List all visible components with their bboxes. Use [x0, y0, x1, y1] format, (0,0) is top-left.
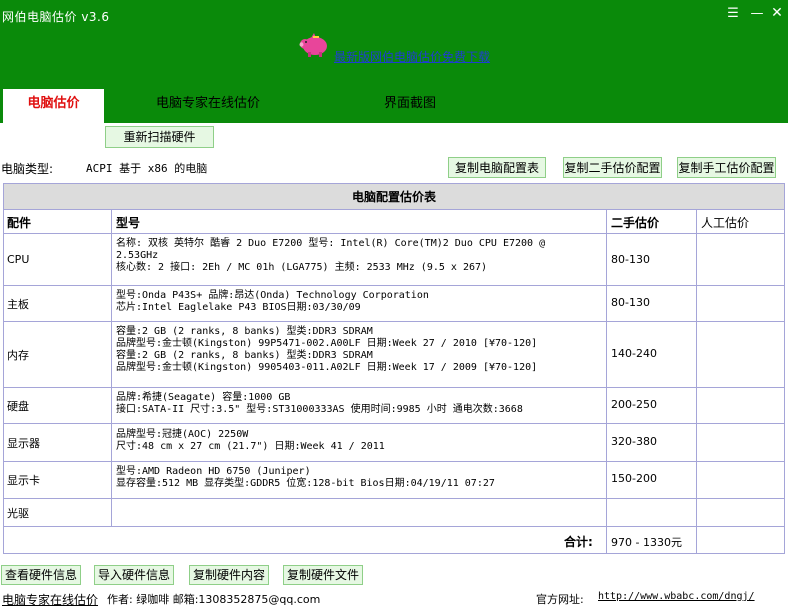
copy-manual-button[interactable]: 复制手工估价配置 — [677, 157, 776, 178]
close-icon[interactable]: ✕ — [770, 5, 784, 21]
row-monitor-price: 320-380 — [611, 435, 657, 448]
row-memory-model: 容量:2 GB (2 ranks, 8 banks) 型类:DDR3 SDRAM… — [116, 326, 538, 373]
row-disk-part: 硬盘 — [7, 400, 29, 413]
row-cpu-model: 名称: 双核 英特尔 酷睿 2 Duo E7200 型号: Intel(R) C… — [116, 238, 546, 273]
grid-line — [696, 210, 697, 554]
row-disk-price: 200-250 — [611, 398, 657, 411]
row-graphics-part: 显示卡 — [7, 474, 40, 487]
window-title: 网伯电脑估价 v3.6 — [2, 10, 110, 24]
download-link[interactable]: 最新版网伯电脑估价免费下载 — [334, 48, 490, 65]
pc-type-value: ACPI 基于 x86 的电脑 — [86, 162, 208, 175]
grid-line — [4, 387, 784, 388]
total-value: 970 - 1330元 — [611, 536, 682, 549]
rescan-hardware-button[interactable]: 重新扫描硬件 — [105, 126, 214, 148]
copy-hardware-file-button[interactable]: 复制硬件文件 — [283, 565, 363, 585]
row-disk-model: 品牌:希捷(Seagate) 容量:1000 GB 接口:SATA-II 尺寸:… — [116, 392, 523, 415]
header-manual: 人工估价 — [701, 216, 750, 230]
footer-author: 作者: 绿咖啡 邮箱:1308352875@qq.com — [107, 593, 321, 606]
grid-line — [4, 461, 784, 462]
copy-second-hand-button[interactable]: 复制二手估价配置 — [563, 157, 662, 178]
total-label: 合计: — [564, 535, 593, 549]
grid-line — [4, 321, 784, 322]
row-cpu-price: 80-130 — [611, 253, 650, 266]
row-cpu-part: CPU — [7, 253, 30, 266]
row-memory-part: 内存 — [7, 349, 29, 362]
grid-line — [111, 210, 112, 526]
grid-line — [606, 210, 607, 554]
grid-line — [4, 285, 784, 286]
copy-config-button[interactable]: 复制电脑配置表 — [448, 157, 546, 178]
table-caption: 电脑配置估价表 — [4, 184, 784, 210]
copy-hardware-content-button[interactable]: 复制硬件内容 — [189, 565, 269, 585]
view-hardware-button[interactable]: 查看硬件信息 — [1, 565, 81, 585]
app-window: 网伯电脑估价 v3.6 ☰ — ✕ 最新版网伯电脑估价免费下载 电脑估价 电脑专… — [0, 0, 788, 610]
row-optical-part: 光驱 — [7, 507, 29, 520]
row-motherboard-model: 型号:Onda P43S+ 品牌:昂达(Onda) Technology Cor… — [116, 290, 429, 313]
valuation-table: 电脑配置估价表 配件 型号 二手估价 人工估价 CPU 名称: 双核 英特尔 酷… — [3, 183, 785, 554]
piggy-bank-icon — [299, 33, 327, 57]
header-part: 配件 — [7, 216, 32, 230]
header-model: 型号 — [116, 216, 141, 230]
tab-expert-online[interactable]: 电脑专家在线估价 — [108, 89, 308, 123]
header-second-hand: 二手估价 — [611, 216, 660, 230]
row-graphics-model: 型号:AMD Radeon HD 6750 (Juniper) 显存容量:512… — [116, 466, 495, 489]
tab-pc-valuation[interactable]: 电脑估价 — [3, 89, 104, 123]
footer-expert-link[interactable]: 电脑专家在线估价 — [2, 591, 98, 608]
row-graphics-price: 150-200 — [611, 472, 657, 485]
footer-site-label: 官方网址: — [536, 593, 584, 606]
row-memory-price: 140-240 — [611, 347, 657, 360]
footer-site-url[interactable]: http://www.wbabc.com/dngj/ — [598, 591, 755, 602]
header-bar: 网伯电脑估价 v3.6 ☰ — ✕ 最新版网伯电脑估价免费下载 电脑估价 电脑专… — [0, 0, 788, 123]
row-monitor-part: 显示器 — [7, 437, 40, 450]
pc-type-label: 电脑类型: — [1, 162, 54, 176]
row-monitor-model: 品牌型号:冠捷(AOC) 2250W 尺寸:48 cm x 27 cm (21.… — [116, 429, 385, 452]
minimize-icon[interactable]: — — [750, 6, 764, 21]
tab-screenshots[interactable]: 界面截图 — [310, 89, 510, 123]
import-hardware-button[interactable]: 导入硬件信息 — [94, 565, 174, 585]
grid-line — [4, 498, 784, 499]
menu-icon[interactable]: ☰ — [724, 6, 742, 21]
grid-line — [4, 423, 784, 424]
grid-line — [4, 233, 784, 234]
row-motherboard-part: 主板 — [7, 298, 29, 311]
grid-line — [4, 526, 784, 527]
row-motherboard-price: 80-130 — [611, 296, 650, 309]
